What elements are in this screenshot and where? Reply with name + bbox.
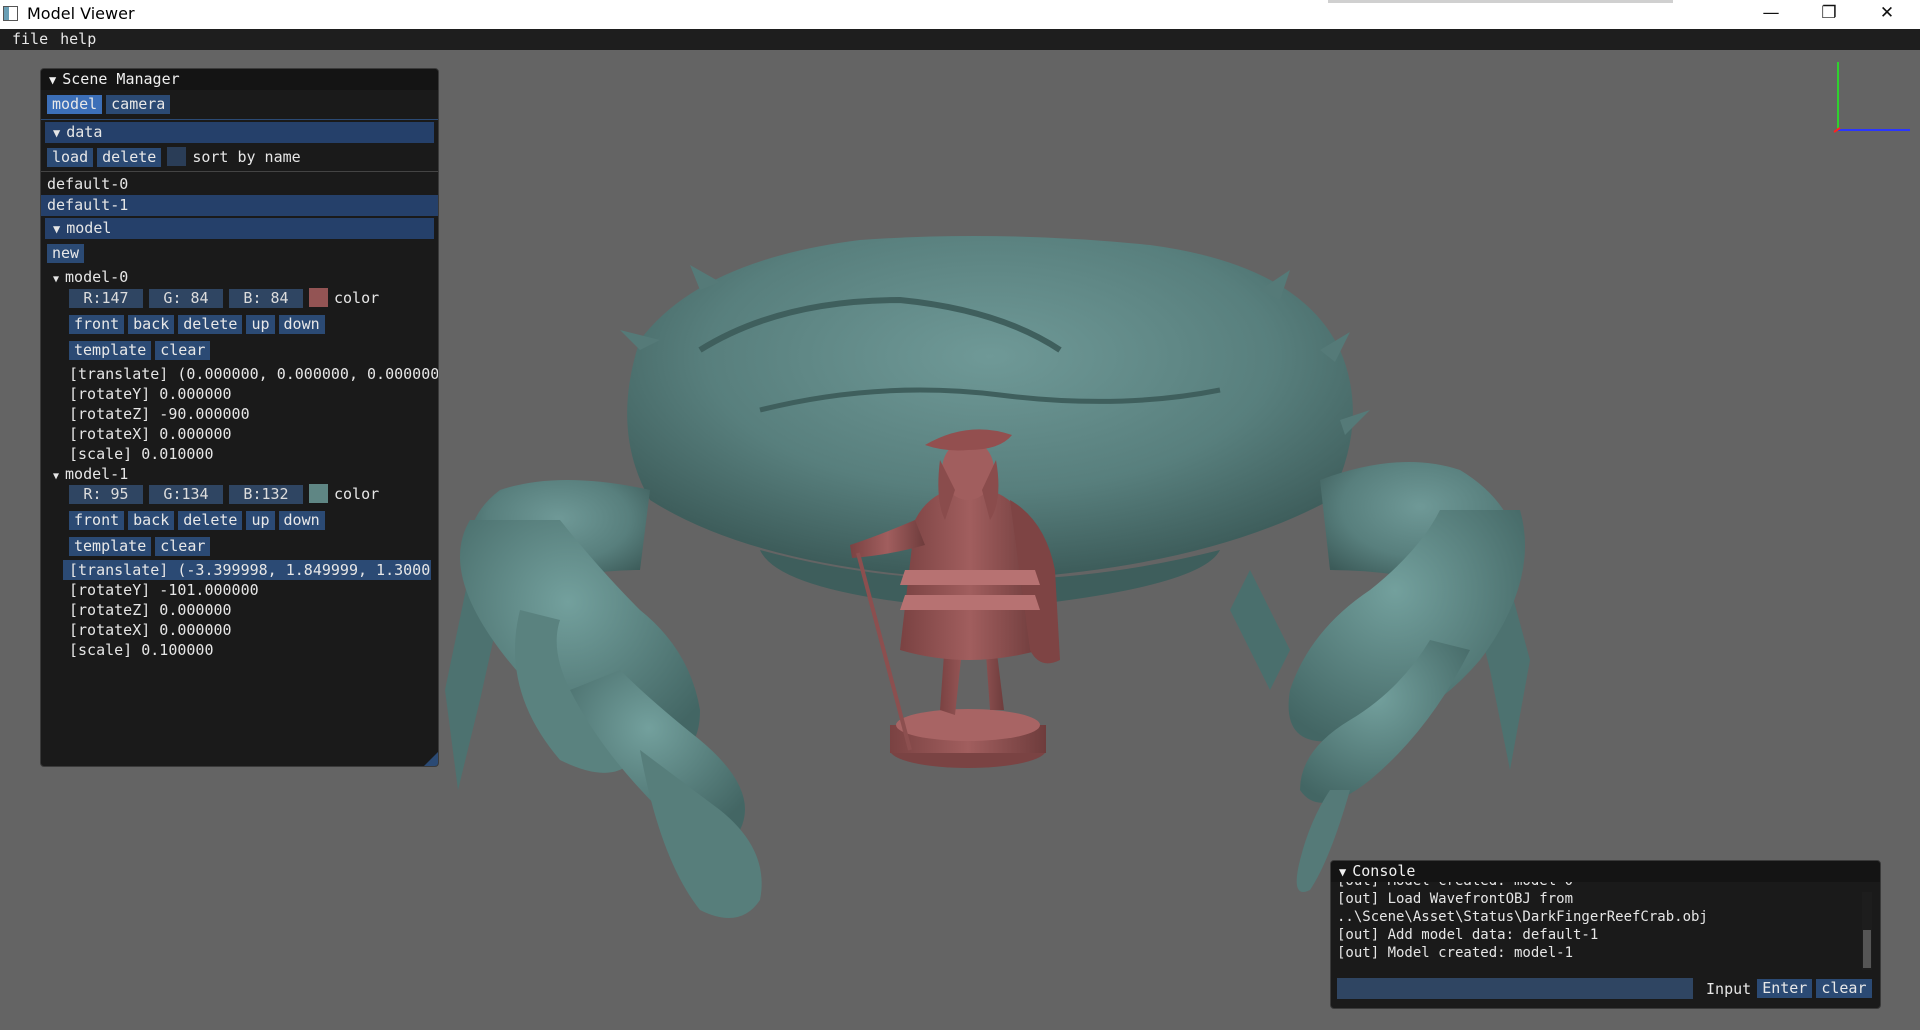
rotate-x-prop[interactable]: [rotateX] 0.000000: [41, 620, 438, 640]
green-field[interactable]: G:134: [149, 485, 223, 504]
collapse-triangle-icon[interactable]: ▼: [53, 123, 60, 144]
model-0-actions-2: template clear: [41, 340, 438, 364]
clear-button[interactable]: clear: [155, 341, 211, 360]
console-clear-button[interactable]: clear: [1816, 979, 1872, 998]
scene-manager-title: Scene Manager: [62, 70, 180, 88]
axes-gizmo: [1833, 62, 1910, 133]
log-line: ..\Scene\Asset\Status\DarkFingerReefCrab…: [1337, 909, 1708, 925]
delete-data-button[interactable]: delete: [97, 148, 162, 167]
input-label: Input: [1706, 979, 1752, 998]
log-line: [out] Load WavefrontOBJ from: [1337, 891, 1574, 907]
console-title: Console: [1352, 862, 1416, 880]
rotate-y-prop[interactable]: [rotateY] 0.000000: [41, 384, 438, 404]
maximize-button[interactable]: ❐: [1800, 0, 1858, 29]
model-section-header[interactable]: ▼ model: [45, 218, 434, 239]
expand-triangle-icon[interactable]: ▼: [53, 270, 59, 290]
console-panel: ▼ Console [out] Model created: model-0 [o…: [1330, 860, 1881, 1009]
sort-by-name-label: sort by name: [192, 148, 301, 166]
up-button[interactable]: up: [246, 315, 275, 334]
delete-model-button[interactable]: delete: [178, 511, 243, 530]
collapse-triangle-icon[interactable]: ▼: [53, 219, 60, 240]
model-0-color-row: R:147 G: 84 B: 84 color: [41, 287, 438, 314]
data-section-label: data: [66, 123, 103, 141]
scale-prop[interactable]: [scale] 0.010000: [41, 444, 438, 464]
console-titlebar[interactable]: ▼ Console: [1331, 861, 1880, 882]
model-name: model-0: [65, 268, 129, 286]
rotate-z-prop[interactable]: [rotateZ] -90.000000: [41, 404, 438, 424]
scrollbar-thumb[interactable]: [1863, 930, 1871, 968]
tab-camera[interactable]: camera: [106, 95, 171, 114]
back-button[interactable]: back: [128, 511, 175, 530]
minimize-button[interactable]: —: [1742, 0, 1800, 29]
down-button[interactable]: down: [278, 315, 325, 334]
new-model-button[interactable]: new: [47, 244, 85, 263]
rotate-x-prop[interactable]: [rotateX] 0.000000: [41, 424, 438, 444]
red-field[interactable]: R:147: [69, 289, 143, 308]
model-1-node[interactable]: ▼ model-1: [41, 464, 438, 484]
down-button[interactable]: down: [278, 511, 325, 530]
scene-manager-panel: ▼ Scene Manager model camera ▼ data load del…: [40, 68, 439, 767]
console-log[interactable]: [out] Model created: model-0 [out] Load …: [1331, 882, 1880, 978]
scrollbar-track[interactable]: [1862, 892, 1872, 970]
translate-prop[interactable]: [translate] (0.000000, 0.000000, 0.00000…: [41, 364, 438, 384]
new-row: new: [41, 243, 438, 267]
app-icon: [3, 6, 18, 21]
sort-by-name-checkbox[interactable]: [167, 146, 187, 166]
blue-field[interactable]: B: 84: [229, 289, 303, 308]
model-1-color-row: R: 95 G:134 B:132 color: [41, 483, 438, 510]
up-button[interactable]: up: [246, 511, 275, 530]
close-button[interactable]: ✕: [1858, 0, 1916, 29]
model-1-actions: front back delete up down: [41, 510, 438, 536]
model-0-actions: front back delete up down: [41, 314, 438, 340]
menu-file[interactable]: file: [6, 29, 54, 50]
model-0-node[interactable]: ▼ model-0: [41, 267, 438, 288]
tab-bar: model camera: [41, 90, 438, 120]
front-button[interactable]: front: [69, 315, 125, 334]
scene-manager-titlebar[interactable]: ▼ Scene Manager: [41, 69, 438, 90]
resize-grip[interactable]: [424, 752, 438, 766]
model-name: model-1: [65, 465, 129, 483]
log-line: [out] Model created: model-1: [1337, 945, 1574, 961]
data-toolbar: load delete sort by name: [41, 146, 438, 172]
window-titlebar: Model Viewer — ❐ ✕: [0, 0, 1920, 29]
tab-model[interactable]: model: [47, 95, 103, 114]
enter-button[interactable]: Enter: [1757, 979, 1813, 998]
clear-button[interactable]: clear: [155, 537, 211, 556]
translate-prop-selected[interactable]: [translate] (-3.399998, 1.849999, 1.3000…: [63, 560, 431, 580]
model-1-actions-2: template clear: [41, 536, 438, 560]
delete-model-button[interactable]: delete: [178, 315, 243, 334]
background-window-edge: [1328, 0, 1673, 3]
log-line: [out] Model created: model-0: [1337, 882, 1880, 890]
console-input-row: Input Enter clear: [1331, 978, 1880, 1004]
collapse-triangle-icon[interactable]: ▼: [49, 70, 56, 91]
rotate-z-prop[interactable]: [rotateZ] 0.000000: [41, 600, 438, 620]
color-swatch[interactable]: [309, 287, 328, 307]
data-section-header[interactable]: ▼ data: [45, 122, 434, 143]
color-label: color: [334, 485, 380, 503]
console-input[interactable]: [1337, 978, 1693, 999]
color-swatch[interactable]: [309, 483, 328, 503]
window-title: Model Viewer: [27, 4, 135, 23]
scale-prop[interactable]: [scale] 0.100000: [41, 640, 438, 660]
collapse-triangle-icon[interactable]: ▼: [1339, 862, 1346, 883]
template-button[interactable]: template: [69, 537, 152, 556]
blue-field[interactable]: B:132: [229, 485, 303, 504]
data-item[interactable]: default-0: [41, 174, 438, 195]
front-button[interactable]: front: [69, 511, 125, 530]
menu-help[interactable]: help: [54, 29, 102, 50]
back-button[interactable]: back: [128, 315, 175, 334]
template-button[interactable]: template: [69, 341, 152, 360]
load-button[interactable]: load: [47, 148, 94, 167]
menu-bar: file help: [0, 29, 1920, 50]
log-line: [out] Add model data: default-1: [1337, 927, 1599, 943]
data-item-selected[interactable]: default-1: [41, 195, 438, 216]
color-label: color: [334, 289, 380, 307]
rotate-y-prop[interactable]: [rotateY] -101.000000: [41, 580, 438, 600]
model-section-label: model: [66, 219, 112, 237]
green-field[interactable]: G: 84: [149, 289, 223, 308]
red-field[interactable]: R: 95: [69, 485, 143, 504]
